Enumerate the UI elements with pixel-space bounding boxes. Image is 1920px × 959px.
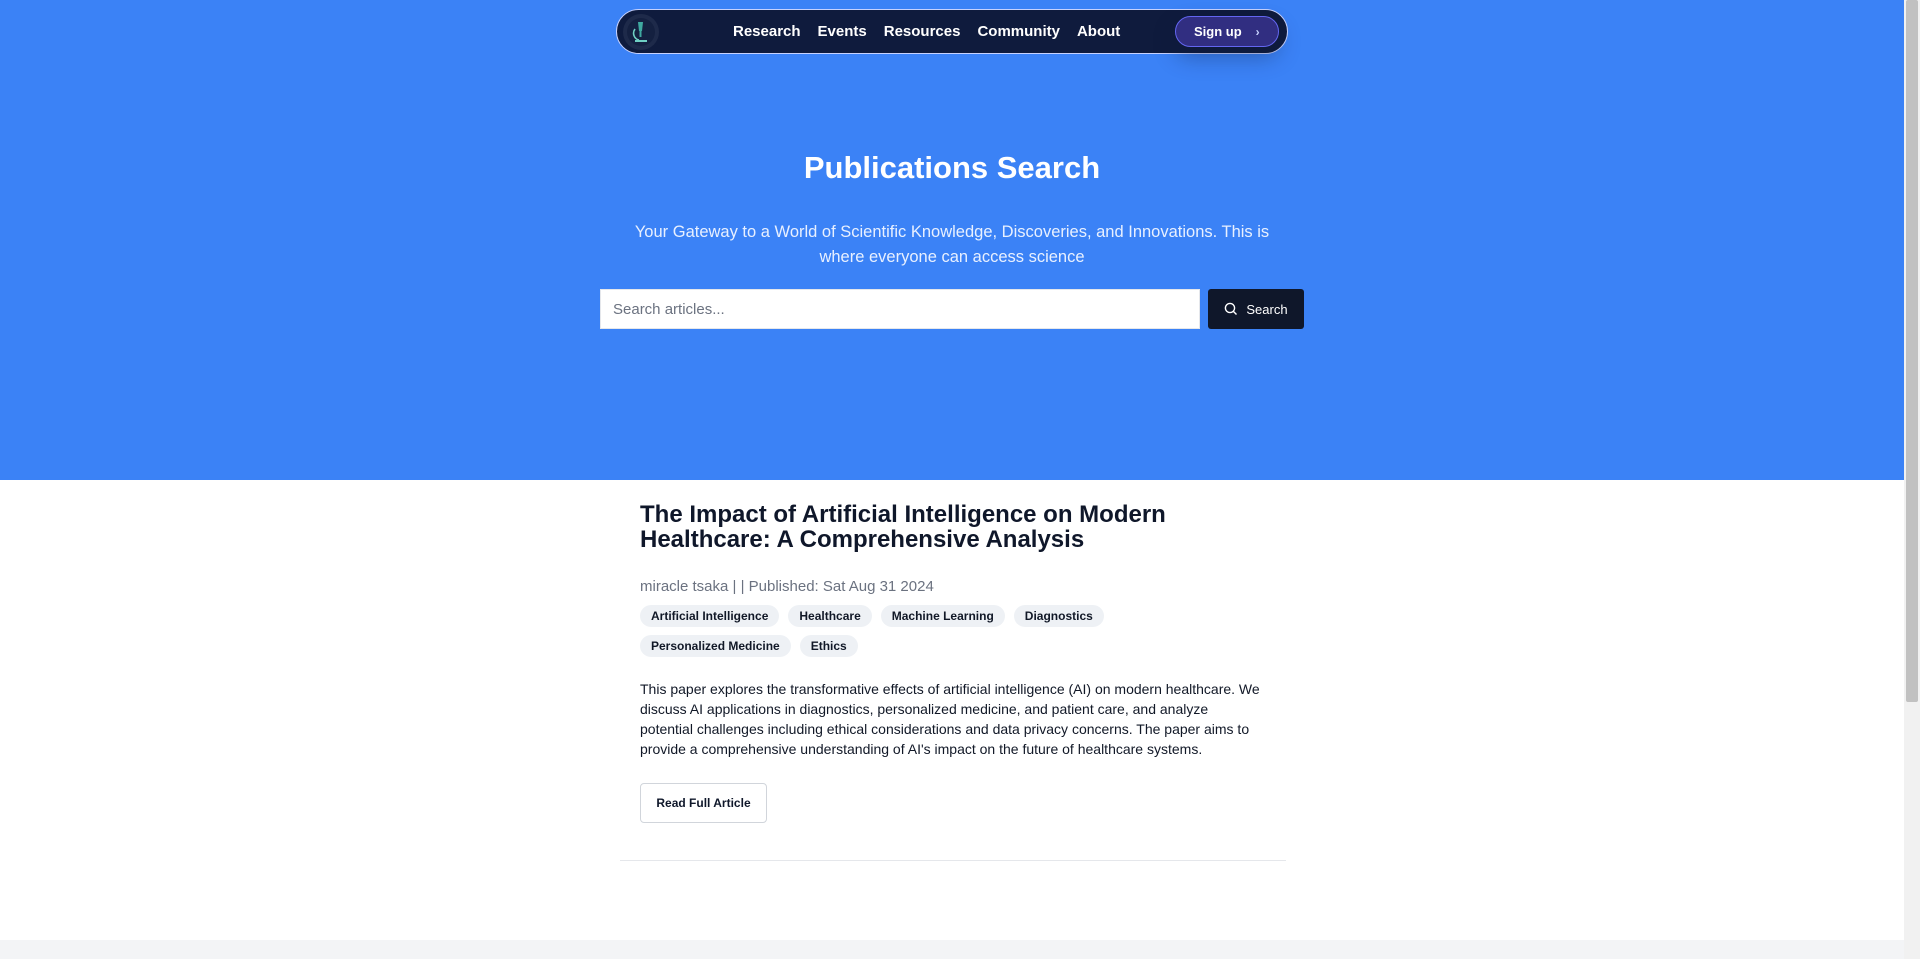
- nav-link-research[interactable]: Research: [733, 23, 801, 40]
- microscope-icon[interactable]: [623, 14, 659, 50]
- nav-link-resources[interactable]: Resources: [884, 23, 961, 40]
- tag-personalized-medicine[interactable]: Personalized Medicine: [640, 635, 791, 657]
- chevron-right-icon: ›: [1255, 24, 1260, 39]
- nav-links: Research Events Resources Community Abou…: [733, 10, 1137, 53]
- scrollbar-thumb[interactable]: [1906, 0, 1918, 702]
- article-meta: miracle tsaka | | Published: Sat Aug 31 …: [640, 578, 934, 595]
- scrollbar[interactable]: [1904, 0, 1920, 959]
- search-input[interactable]: [600, 289, 1200, 329]
- navbar: Research Events Resources Community Abou…: [616, 9, 1288, 54]
- search-button-label: Search: [1246, 301, 1288, 317]
- tag-machine-learning[interactable]: Machine Learning: [880, 605, 1005, 627]
- nav-link-events[interactable]: Events: [818, 23, 867, 40]
- tag-healthcare[interactable]: Healthcare: [788, 605, 872, 627]
- hero-subtitle: Your Gateway to a World of Scientific Kn…: [634, 223, 1270, 266]
- divider: [620, 860, 1286, 861]
- page-footer-strip: [0, 940, 1904, 959]
- search-icon: [1225, 302, 1238, 315]
- search-button[interactable]: Search: [1208, 289, 1304, 329]
- article-title[interactable]: The Impact of Artificial Intelligence on…: [640, 502, 1260, 552]
- nav-link-community[interactable]: Community: [977, 23, 1060, 40]
- signup-button[interactable]: Sign up ›: [1175, 16, 1279, 47]
- tag-artificial-intelligence[interactable]: Artificial Intelligence: [640, 605, 780, 627]
- article-abstract: This paper explores the transformative e…: [640, 681, 1260, 757]
- signup-label: Sign up: [1194, 24, 1242, 39]
- page-title: Publications Search: [803, 150, 1101, 185]
- nav-link-about[interactable]: About: [1077, 23, 1120, 40]
- article-card: The Impact of Artificial Intelligence on…: [640, 502, 1260, 823]
- tag-diagnostics[interactable]: Diagnostics: [1013, 605, 1104, 627]
- tag-list: Artificial Intelligence Healthcare Machi…: [640, 605, 1200, 665]
- read-full-article-button[interactable]: Read Full Article: [640, 783, 767, 823]
- tag-ethics[interactable]: Ethics: [799, 635, 858, 657]
